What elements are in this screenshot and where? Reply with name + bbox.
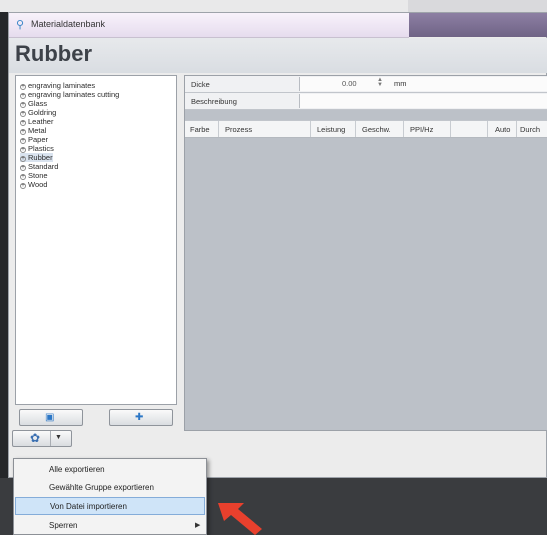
- options-menu: Alle exportieren Gewählte Gruppe exporti…: [13, 458, 207, 535]
- tree-item-engraving-laminates[interactable]: + engraving laminates: [20, 81, 95, 90]
- beschreibung-label: Beschreibung: [191, 97, 237, 106]
- menu-item-export-all[interactable]: Alle exportieren: [15, 461, 205, 479]
- column-auto[interactable]: Auto: [495, 125, 510, 134]
- dicke-row: Dicke 0.00 ▲ ▼ mm: [185, 76, 547, 93]
- dicke-spinner[interactable]: ▲ ▼: [376, 77, 384, 89]
- tree-item-standard[interactable]: + Standard: [20, 162, 58, 171]
- options-split-button[interactable]: ✿ ▼: [12, 430, 72, 447]
- menu-item-export-selected-group[interactable]: Gewählte Gruppe exportieren: [15, 479, 205, 497]
- import-material-button[interactable]: ▣: [19, 409, 83, 426]
- material-database-window: ⚲ Materialdatenbank Rubber + engraving la…: [8, 12, 547, 478]
- tree-item-paper[interactable]: + Paper: [20, 135, 48, 144]
- material-tree[interactable]: + engraving laminates + engraving laminate…: [15, 75, 177, 405]
- page-title: Rubber: [15, 41, 92, 66]
- tree-item-glass[interactable]: + Glass: [20, 99, 47, 108]
- chevron-down-icon[interactable]: ▼: [55, 434, 62, 442]
- tree-item-leather[interactable]: + Leather: [20, 117, 53, 126]
- tree-item-stone[interactable]: + Stone: [20, 171, 48, 180]
- beschreibung-row: Beschreibung: [185, 93, 547, 110]
- tree-item-plastics[interactable]: + Plastics: [20, 144, 54, 153]
- column-divider[interactable]: [403, 121, 404, 137]
- column-prozess[interactable]: Prozess: [225, 125, 252, 134]
- tree-item-goldring[interactable]: + Goldring: [20, 108, 56, 117]
- tree-item-rubber[interactable]: + Rubber: [20, 153, 53, 162]
- menu-item-import-from-file[interactable]: Von Datei importieren: [15, 497, 205, 515]
- beschreibung-field[interactable]: [299, 94, 547, 108]
- window-title: Materialdatenbank: [31, 19, 106, 29]
- column-farbe[interactable]: Farbe: [190, 125, 210, 134]
- column-durch[interactable]: Durch: [520, 125, 540, 134]
- dicke-value[interactable]: 0.00: [342, 79, 357, 88]
- tree-item-engraving-laminates-cutting[interactable]: + engraving laminates cutting: [20, 90, 119, 99]
- desktop-strip-right: [408, 0, 547, 12]
- title-bar-right: [409, 13, 547, 37]
- tree-item-wood[interactable]: + Wood: [20, 180, 47, 189]
- header-band: Rubber: [9, 38, 547, 73]
- title-bar[interactable]: ⚲ Materialdatenbank: [9, 13, 409, 38]
- column-divider[interactable]: [355, 121, 356, 137]
- column-divider[interactable]: [487, 121, 488, 137]
- tree-item-metal[interactable]: + Metal: [20, 126, 46, 135]
- column-divider[interactable]: [450, 121, 451, 137]
- split-divider: [50, 431, 51, 446]
- material-details-pane: Dicke 0.00 ▲ ▼ mm Beschreibung Farbe Proz…: [184, 75, 547, 431]
- annotation-arrow-icon: [218, 503, 262, 535]
- column-divider[interactable]: [310, 121, 311, 137]
- desktop-edge: [0, 12, 8, 535]
- submenu-arrow-icon: ▶: [195, 522, 201, 529]
- column-divider[interactable]: [218, 121, 219, 137]
- add-icon: ✚: [135, 412, 144, 423]
- add-material-button[interactable]: ✚: [109, 409, 173, 426]
- dicke-unit: mm: [394, 79, 407, 88]
- dicke-field[interactable]: 0.00 ▲ ▼ mm: [299, 77, 547, 91]
- dicke-label: Dicke: [191, 80, 210, 89]
- app-icon: ⚲: [16, 19, 25, 31]
- import-icon: ▣: [45, 412, 55, 423]
- gear-icon[interactable]: ✿: [30, 432, 40, 445]
- column-geschw[interactable]: Geschw.: [362, 125, 391, 134]
- column-leistung[interactable]: Leistung: [317, 125, 345, 134]
- column-ppi-hz[interactable]: PPI/Hz: [410, 125, 433, 134]
- menu-item-lock[interactable]: Sperren ▶: [15, 517, 205, 535]
- expand-icon[interactable]: +: [20, 183, 26, 189]
- process-grid-header: Farbe Prozess Leistung Geschw. PPI/Hz Au…: [185, 120, 547, 138]
- column-divider[interactable]: [516, 121, 517, 137]
